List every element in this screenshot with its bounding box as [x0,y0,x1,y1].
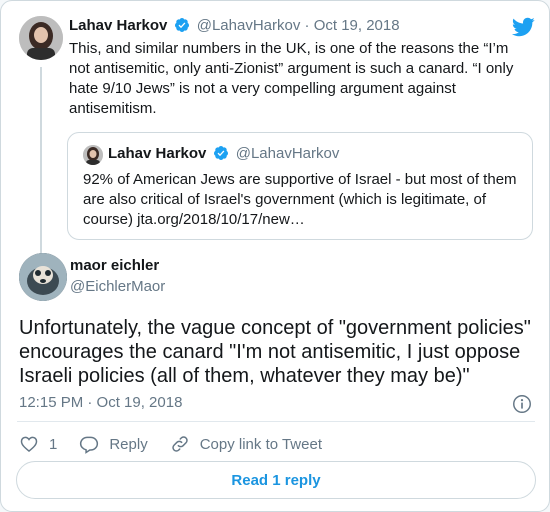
read-replies-button[interactable]: Read 1 reply [16,461,536,499]
heart-icon [20,436,38,453]
avatar[interactable] [19,16,63,60]
copy-link-button[interactable]: Copy link to Tweet [170,434,322,454]
copy-link-label: Copy link to Tweet [199,435,322,453]
author-name[interactable]: maor eichler [70,257,159,274]
tweet-date[interactable]: Oct 19, 2018 [314,17,400,34]
info-icon[interactable] [511,393,533,415]
verified-badge-icon [213,146,228,160]
quoted-tweet-text: 92% of American Jews are supportive of I… [83,171,517,228]
divider [17,421,535,422]
link-icon [171,436,188,452]
tweet-actions: 1 Reply Copy link to Tweet [19,433,344,455]
author-handle[interactable]: @LahavHarkov [197,17,301,34]
tweet-embed-card: Lahav Harkov @LahavHarkov · Oct 19, 2018… [0,0,550,512]
main-tweet-text: Unfortunately, the vague concept of "gov… [19,317,531,387]
separator: · [304,17,310,34]
author-name[interactable]: Lahav Harkov [69,17,167,34]
quoted-tweet[interactable]: Lahav Harkov @LahavHarkov 92% of America… [67,132,533,240]
thread-connector [40,67,42,253]
tweet-timestamp[interactable]: 12:15 PM · Oct 19, 2018 [19,394,182,411]
reply-icon [80,436,99,454]
author-name: Lahav Harkov [108,145,207,162]
like-button[interactable]: 1 [19,434,57,454]
author-handle[interactable]: @EichlerMaor [70,278,165,295]
parent-tweet-text: This, and similar numbers in the UK, is … [69,40,514,117]
verified-badge-icon [174,18,189,32]
parent-tweet-header: Lahav Harkov @LahavHarkov · Oct 19, 2018 [69,16,400,36]
avatar [83,145,103,165]
twitter-bird-icon[interactable] [511,15,535,39]
author-handle: @LahavHarkov [235,145,340,162]
like-count: 1 [49,435,58,453]
quoted-tweet-header: Lahav Harkov @LahavHarkov [108,144,339,164]
reply-button[interactable]: Reply [79,434,148,454]
reply-label: Reply [109,435,148,453]
avatar[interactable] [19,253,67,301]
